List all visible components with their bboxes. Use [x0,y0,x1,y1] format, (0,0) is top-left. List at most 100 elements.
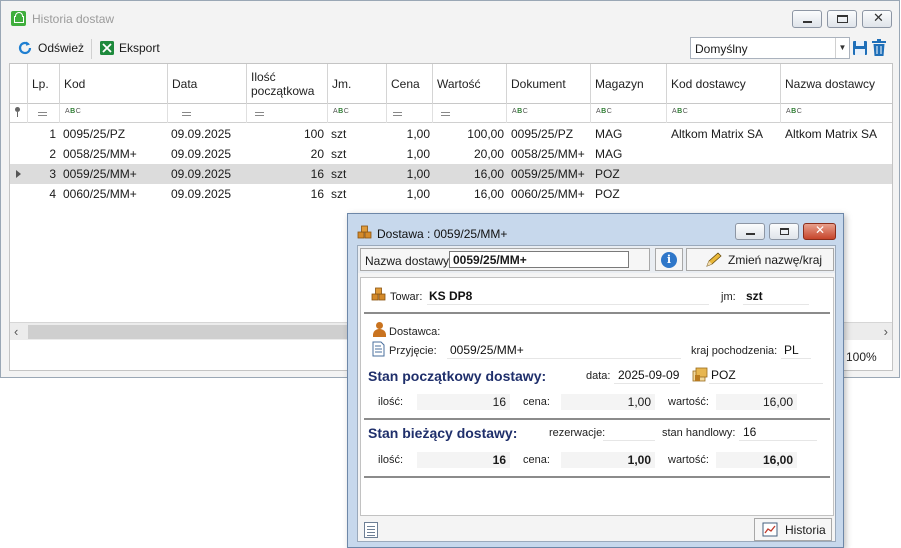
cell-magazyn: POZ [595,167,620,181]
filter-cena[interactable] [387,104,433,123]
section-divider [364,312,830,314]
origin-country-underline [781,358,811,359]
rename-button[interactable]: Zmień nazwę/kraj [686,248,834,271]
delivery-dialog: Dostawa : 0059/25/MM+ ✕ Nazwa dostawy: 0… [347,213,844,548]
filter-wartosc[interactable] [433,104,507,123]
dialog-minimize-button[interactable] [735,223,765,240]
dialog-close-button[interactable]: ✕ [803,223,836,240]
cell-dokument: 0060/25/MM+ [511,187,585,201]
product-value: KS DP8 [429,289,473,303]
person-icon [372,322,386,337]
delete-icon[interactable] [872,39,886,57]
cell-ilosc: 16 [310,187,324,201]
name-input[interactable]: 0059/25/MM+ [449,251,629,268]
initial-price-value: 1,00 [561,394,655,410]
table-row-selected[interactable]: 3 0059/25/MM+ 09.09.2025 16 szt 1,00 16,… [10,164,892,184]
cell-magazyn: MAG [595,127,623,141]
info-button[interactable]: i [655,248,683,271]
initial-total-label: wartość: [668,396,709,408]
cell-kod: 0058/25/MM+ [63,147,137,161]
unit-underline [743,304,809,305]
cell-cena: 1,00 [406,167,430,181]
filter-ilosc[interactable] [247,104,328,123]
maximize-button[interactable] [827,10,857,28]
scroll-right-icon[interactable]: › [884,324,888,339]
minimize-button[interactable] [792,10,822,28]
supplier-label: Dostawca: [389,326,441,338]
table-row[interactable]: 2 0058/25/MM+ 09.09.2025 20 szt 1,00 20,… [10,144,892,164]
col-header-jm[interactable]: Jm. [328,64,387,104]
initial-date-label: data: [586,370,611,382]
table-row[interactable]: 1 0095/25/PZ 09.09.2025 100 szt 1,00 100… [10,124,892,144]
pin-needle [17,112,18,117]
equals-icon [182,112,191,116]
text-filter-icon: ABC [65,108,82,115]
filter-magazyn[interactable]: ABC [591,104,667,123]
col-header-wartosc[interactable]: Wartość [433,64,507,104]
col-header-data[interactable]: Data [168,64,247,104]
filter-dokument[interactable]: ABC [507,104,591,123]
cell-data: 09.09.2025 [171,187,232,201]
close-button[interactable]: ✕ [862,10,892,28]
initial-qty-value: 16 [417,394,510,410]
col-header-kod[interactable]: Kod [60,64,168,104]
col-header-kod-dostawcy[interactable]: Kod dostawcy [667,64,781,104]
filter-nazwa-dostawcy[interactable]: ABC [781,104,892,123]
info-icon: i [661,252,677,268]
col-header-dokument[interactable]: Dokument [507,64,591,104]
col-header-magazyn[interactable]: Magazyn [591,64,667,104]
filter-data[interactable] [168,104,247,123]
origin-country-label: kraj pochodzenia: [691,345,778,357]
filter-jm[interactable]: ABC [328,104,387,123]
refresh-button[interactable]: Odśwież [17,37,84,59]
table-row[interactable]: 4 0060/25/MM+ 09.09.2025 16 szt 1,00 16,… [10,184,892,204]
toolbar-separator [91,39,92,59]
col-header-nazwa-dostawcy[interactable]: Nazwa dostawcy [781,64,892,104]
text-filter-icon: ABC [596,108,613,115]
zoom-level: 100% [846,350,877,364]
receipt-underline [447,358,681,359]
col-header-ilosc[interactable]: Ilość początkowa [247,64,328,104]
cell-dokument: 0058/25/MM+ [511,147,585,161]
minimize-icon [746,233,755,235]
current-total-label: wartość: [668,454,709,466]
unit-label: jm: [721,291,736,303]
col-header-lp[interactable]: Lp. [28,64,60,104]
close-icon: ✕ [815,223,826,237]
refresh-label: Odśwież [38,41,85,55]
filter-kod[interactable]: ABC [60,104,168,123]
filter-pin-cell[interactable] [10,104,28,123]
scrollbar-thumb[interactable] [28,325,350,339]
titlebar: Historia dostaw ✕ [1,1,899,33]
notes-icon[interactable] [364,522,378,538]
initial-date-value: 2025-09-09 [618,368,680,382]
current-total-value: 16,00 [716,452,797,468]
trade-stock-label: stan handlowy: [662,427,736,439]
equals-icon [393,112,402,116]
boxes-icon [357,225,372,239]
export-button[interactable]: Eksport [99,37,160,59]
text-filter-icon: ABC [786,108,803,115]
product-boxes-icon [371,287,386,301]
cell-jm: szt [331,127,347,141]
cell-kod: 0060/25/MM+ [63,187,137,201]
minimize-icon [803,21,812,23]
cell-magazyn: MAG [595,147,623,161]
cell-wartosc: 16,00 [473,167,504,181]
initial-qty-label: ilość: [378,396,404,408]
filter-kod-dostawcy[interactable]: ABC [667,104,781,123]
current-qty-label: ilość: [378,454,404,466]
maximize-icon [780,228,789,235]
delivery-details-panel: Towar: KS DP8 jm: szt Dostawca: Przyjęci… [360,277,834,516]
col-header-cena[interactable]: Cena [387,64,433,104]
cell-jm: szt [331,147,347,161]
history-button[interactable]: Historia [754,518,832,541]
text-filter-icon: ABC [333,108,350,115]
layout-select[interactable]: Domyślny ▼ [690,37,850,59]
save-icon[interactable] [852,40,868,56]
filter-lp[interactable] [28,104,60,123]
dialog-maximize-button[interactable] [769,223,799,240]
cell-lp: 1 [49,127,56,141]
scroll-left-icon[interactable]: ‹ [14,324,18,339]
cell-data: 09.09.2025 [171,147,232,161]
